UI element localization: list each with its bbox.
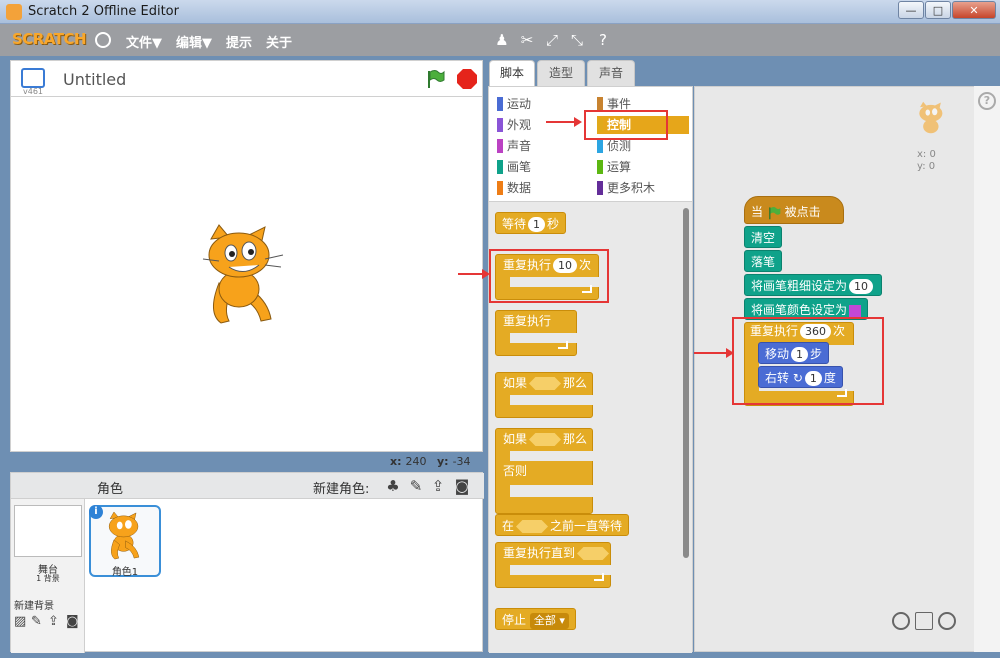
current-sprite-icon — [919, 101, 943, 134]
block-palette: 运动 外观 声音 画笔 数据 事件 控制 侦测 运算 更多积木 等待 1 秒 重复执… — [488, 86, 693, 653]
presentation-mode-icon[interactable] — [21, 68, 45, 88]
stage-header: v461 Untitled — [10, 60, 483, 96]
mouse-coords: x: 240 y: -34 — [390, 455, 471, 468]
block-when-flag-clicked[interactable]: 当 被点击 — [744, 196, 844, 224]
highlight-control-category — [584, 110, 668, 140]
block-forever-label: 重复执行 — [503, 314, 552, 328]
zoom-out-icon[interactable] — [892, 612, 910, 630]
sprite-y: y: 0 — [917, 161, 936, 172]
block-clear[interactable]: 清空 — [744, 226, 783, 248]
block-wait[interactable]: 等待 1 秒 — [495, 212, 567, 234]
menu-tips[interactable]: 提示 — [226, 32, 252, 51]
version-label: v461 — [23, 87, 44, 96]
sprites-label: 角色 — [97, 482, 124, 497]
window-title: Scratch 2 Offline Editor — [28, 4, 179, 19]
tab-sounds[interactable]: 声音 — [587, 60, 635, 86]
duplicate-stamp-icon[interactable]: ♟ — [493, 31, 511, 49]
block-stop[interactable]: 停止 全部 ▾ — [495, 608, 576, 630]
highlight-script-repeat — [732, 317, 884, 405]
paint-sprite-brush-icon[interactable]: ✎ — [407, 477, 425, 495]
menu-about[interactable]: 关于 — [266, 32, 292, 51]
zoom-reset-icon[interactable] — [915, 612, 933, 630]
scratch-cat-sprite[interactable] — [199, 223, 285, 327]
menu-file[interactable]: 文件▼ — [126, 32, 162, 51]
minimize-button[interactable]: — — [898, 1, 924, 19]
sprite-x: x: 0 — [917, 149, 936, 160]
backdrop-library-icon[interactable]: ▨ — [14, 615, 30, 629]
category-looks[interactable]: 外观 — [497, 116, 531, 134]
category-operators[interactable]: 运算 — [597, 158, 631, 176]
new-backdrop-label: 新建背景 — [14, 601, 54, 612]
delete-scissors-icon[interactable]: ✂ — [518, 31, 536, 49]
camera-sprite-icon[interactable]: ◙ — [453, 477, 471, 495]
palette-scrollbar[interactable] — [683, 208, 689, 558]
category-sound[interactable]: 声音 — [497, 137, 531, 155]
info-icon[interactable]: i — [89, 505, 103, 519]
block-else-label: 否则 — [503, 464, 528, 478]
sprite-panel-header: 角色 新建角色: ♣ ✎ ⇪ ◙ — [11, 473, 484, 499]
arrow-to-script-repeat — [694, 348, 734, 358]
maximize-button[interactable]: □ — [925, 1, 951, 19]
category-more-blocks[interactable]: 更多积木 — [597, 179, 655, 197]
block-wait-until[interactable]: 在之前一直等待 — [495, 514, 630, 536]
category-pen[interactable]: 画笔 — [497, 158, 531, 176]
upload-backdrop-icon[interactable]: ⇪ — [48, 615, 64, 629]
camera-backdrop-icon[interactable]: ◙ — [66, 615, 82, 629]
block-if-else-label: 如果 那么 — [503, 432, 588, 446]
flag-icon — [768, 206, 781, 219]
scratch-logo[interactable]: SCRATCH — [12, 30, 87, 48]
stop-dropdown[interactable]: 全部 ▾ — [529, 612, 569, 629]
zoom-in-icon[interactable] — [938, 612, 956, 630]
menu-bar: SCRATCH 文件▼ 编辑▼ 提示 关于 ♟ ✂ ⤢ ⤡ ? — [0, 24, 1000, 56]
window-titlebar: Scratch 2 Offline Editor — □ ✕ — [0, 0, 1000, 24]
choose-sprite-library-icon[interactable]: ♣ — [384, 477, 402, 495]
close-button[interactable]: ✕ — [952, 1, 996, 19]
app-icon — [6, 4, 22, 20]
sprite-name: 角色1 — [111, 567, 139, 578]
block-set-pen-size[interactable]: 将画笔粗细设定为 10 — [744, 274, 883, 296]
green-flag-icon[interactable] — [425, 69, 445, 89]
stop-icon[interactable] — [457, 69, 477, 89]
grow-icon[interactable]: ⤢ — [543, 31, 561, 49]
shrink-icon[interactable]: ⤡ — [568, 31, 586, 49]
sprite-panel: 角色 新建角色: ♣ ✎ ⇪ ◙ 舞台 1 背景 新建背景 ▨ ✎ ⇪ ◙ i … — [10, 472, 484, 653]
new-sprite-label: 新建角色: — [313, 482, 370, 497]
help-question-icon[interactable]: ? — [978, 92, 996, 110]
language-globe-icon[interactable] — [95, 32, 111, 48]
highlight-repeat-block — [489, 249, 609, 303]
block-if-then-label: 如果 那么 — [503, 376, 588, 390]
stage-column: 舞台 1 背景 新建背景 ▨ ✎ ⇪ ◙ — [11, 499, 85, 653]
category-data[interactable]: 数据 — [497, 179, 531, 197]
stage-canvas[interactable] — [10, 96, 483, 452]
sprite-thumbnail-cat — [108, 511, 140, 560]
help-icon[interactable]: ? — [594, 31, 612, 49]
stage-thumbnail[interactable] — [14, 505, 82, 557]
category-motion[interactable]: 运动 — [497, 95, 531, 113]
menu-edit[interactable]: 编辑▼ — [176, 32, 212, 51]
paint-backdrop-icon[interactable]: ✎ — [31, 615, 47, 629]
pen-color-swatch[interactable] — [849, 304, 862, 317]
arrow-to-control — [546, 117, 582, 127]
tab-costumes[interactable]: 造型 — [537, 60, 585, 86]
arrow-to-repeat — [458, 269, 490, 279]
help-panel: ? — [974, 86, 1000, 652]
project-title[interactable]: Untitled — [63, 70, 126, 89]
block-repeat-until-label: 重复执行直到 — [497, 542, 617, 564]
sprite-tile-1[interactable]: i 角色1 — [89, 505, 161, 578]
backdrop-count: 1 背景 — [36, 574, 60, 583]
tab-scripts[interactable]: 脚本 — [489, 60, 535, 87]
upload-sprite-icon[interactable]: ⇪ — [429, 477, 447, 495]
block-pen-down[interactable]: 落笔 — [744, 250, 783, 272]
